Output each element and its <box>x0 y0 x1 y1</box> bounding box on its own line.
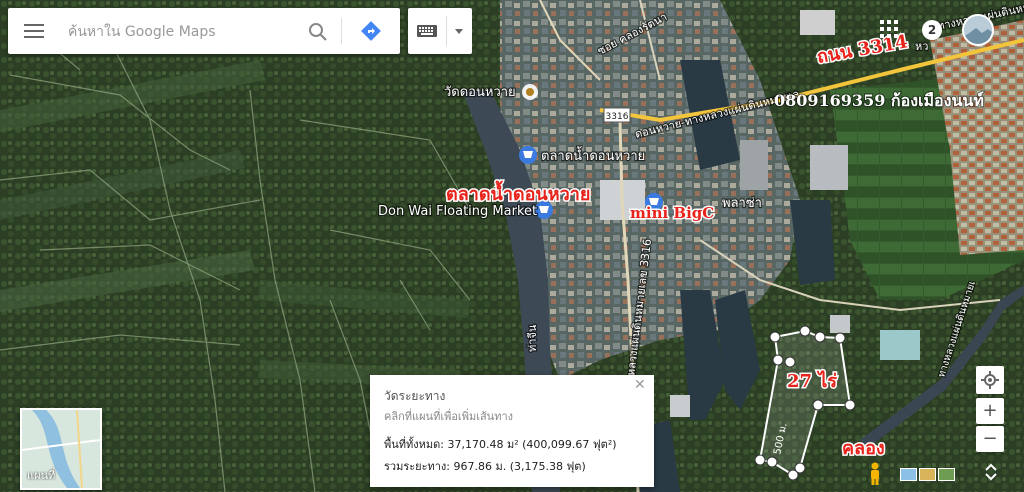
map-type-thumbnail[interactable]: แผนที่ <box>20 408 102 490</box>
temple-label: วัดดอนหวาย <box>444 85 516 100</box>
chevron-down-icon[interactable] <box>452 26 466 36</box>
search-box <box>8 8 400 54</box>
shop-marker-icon[interactable] <box>519 146 537 164</box>
plaza-label: พลาซ่า <box>722 196 762 211</box>
layer-thumb-terrain[interactable] <box>919 468 936 481</box>
measure-distance-card: ✕ วัดระยะทาง คลิกที่แผนที่เพื่อเพิ่มเส้น… <box>370 375 654 487</box>
search-icon[interactable] <box>307 21 329 43</box>
apps-grid-icon[interactable] <box>880 20 898 38</box>
road-label-side: หว <box>915 40 928 53</box>
measure-area: พื้นที่ทั้งหมด: 37,170.48 ม² (400,099.67… <box>384 438 617 451</box>
hamburger-menu-icon[interactable] <box>22 21 46 41</box>
input-tools-box <box>408 8 472 54</box>
bigc-annotation: mini BigC <box>630 204 714 222</box>
plot-vertex[interactable] <box>814 331 826 343</box>
floating-market-label: Don Wai Floating Market <box>378 204 537 219</box>
close-icon[interactable]: ✕ <box>634 377 646 393</box>
search-divider <box>341 18 342 44</box>
expand-icon[interactable] <box>983 462 999 482</box>
plot-vertex[interactable] <box>766 456 778 468</box>
plot-vertex[interactable] <box>799 325 811 337</box>
minimap-label: แผนที่ <box>27 469 56 482</box>
avatar-image <box>964 16 992 44</box>
measure-hint: คลิกที่แผนที่เพื่อเพิ่มเส้นทาง <box>384 410 513 423</box>
route-badge-text: 3316 <box>606 112 629 122</box>
keyboard-icon[interactable] <box>416 22 438 40</box>
market-shop-label: ตลาดน้ำดอนหวาย <box>541 146 645 164</box>
imagery-layers[interactable] <box>900 466 960 481</box>
plot-vertex[interactable] <box>754 454 766 466</box>
plot-vertex[interactable] <box>784 356 796 368</box>
notifications-badge[interactable]: 2 <box>922 20 942 40</box>
my-location-icon <box>981 371 999 389</box>
layer-thumb-satellite[interactable] <box>938 468 955 481</box>
layer-thumb-map[interactable] <box>900 468 917 481</box>
input-tools-divider <box>446 16 447 46</box>
pier-label: ท่าจีน <box>526 324 539 352</box>
avatar[interactable] <box>962 14 994 46</box>
zoom-in-button[interactable]: + <box>976 398 1004 424</box>
directions-icon[interactable] <box>360 20 382 42</box>
zoom-out-button[interactable]: − <box>976 426 1004 452</box>
route-shield-3316: 3316 <box>603 107 631 123</box>
area-annotation: 27 ไร่ <box>787 370 837 392</box>
measure-distance: รวมระยะทาง: 967.86 ม. (3,175.38 ฟุต) <box>384 460 586 473</box>
plot-vertex[interactable] <box>787 469 799 481</box>
search-input[interactable] <box>66 18 300 46</box>
plot-vertex[interactable] <box>844 399 856 411</box>
canal-annotation: คลอง <box>842 438 885 459</box>
plot-vertex[interactable] <box>812 399 824 411</box>
temple-marker-icon[interactable] <box>522 84 538 100</box>
plot-vertex[interactable] <box>769 331 781 343</box>
plot-vertex[interactable] <box>834 332 846 344</box>
pegman-icon[interactable] <box>866 462 884 486</box>
my-location-button[interactable] <box>976 366 1004 394</box>
market-annotation: ตลาดน้ำดอนหวาย <box>446 180 590 205</box>
phone-annotation: 0809169359 ก้องเมืองนนท์ <box>774 91 984 110</box>
plot-vertex[interactable] <box>772 354 784 366</box>
measure-title: วัดระยะทาง <box>384 389 446 403</box>
